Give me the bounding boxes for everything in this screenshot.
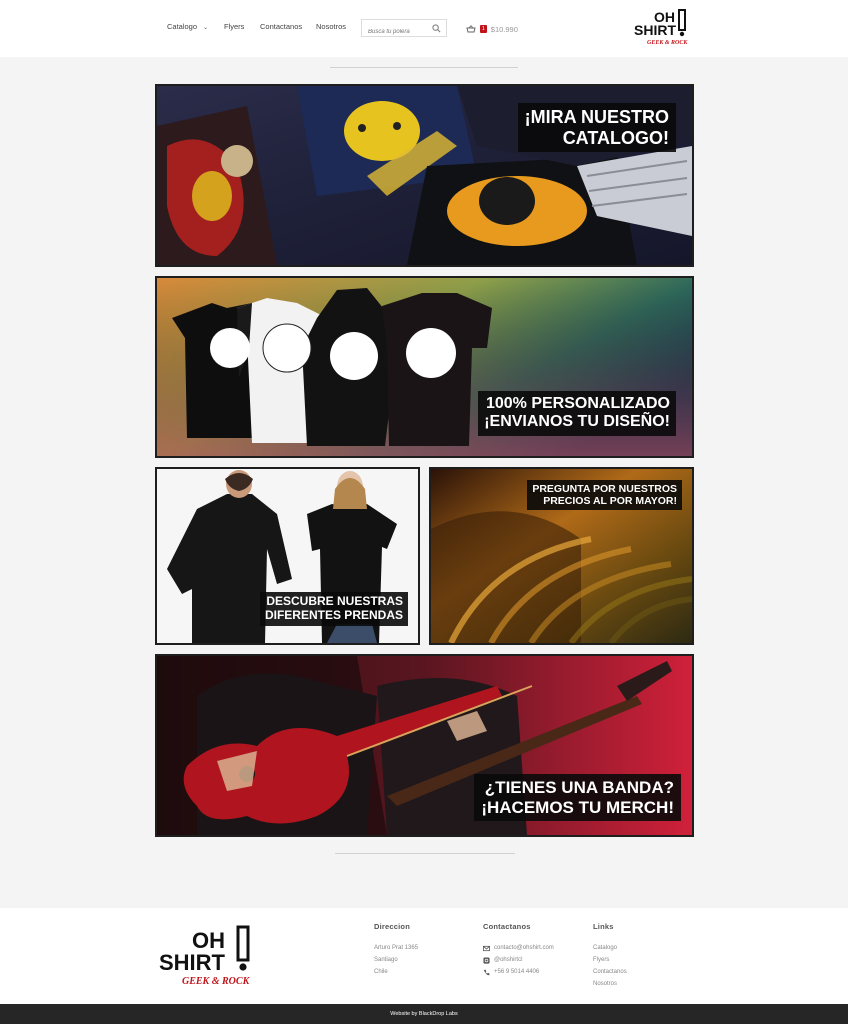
footer-address-title: Direccion — [374, 922, 410, 931]
cart-count-badge: 1 — [480, 25, 487, 33]
band-caption-line2: ¡HACEMOS TU MERCH! — [481, 797, 674, 817]
instagram-icon — [483, 956, 490, 964]
chevron-down-icon: ⌄ — [203, 25, 209, 31]
catalog-caption: ¡MIRA NUESTRO CATALOGO! — [517, 103, 676, 153]
nav-catalogo[interactable]: Catalogo ⌄ — [167, 22, 208, 31]
band-caption-line1: ¿TIENES UNA BANDA? — [484, 778, 674, 797]
cart-button[interactable]: 1 $10.990 — [466, 23, 518, 35]
svg-text:GEEK & ROCK: GEEK & ROCK — [647, 40, 688, 46]
garments-caption-line1: DESCUBRE NUESTRAS — [266, 594, 403, 608]
banner-garments[interactable]: DESCUBRE NUESTRAS DIFERENTES PRENDAS — [155, 467, 420, 645]
credit-text[interactable]: Website by BlackDrop Labs — [390, 1011, 457, 1017]
contact-email-text: contacto@ohshirt.com — [494, 945, 554, 951]
address-country: Chile — [374, 969, 388, 975]
basket-icon — [466, 25, 476, 33]
cart-total: $10.990 — [490, 24, 518, 34]
contact-phone[interactable]: +56 9 5014 4406 — [483, 966, 554, 978]
divider — [335, 853, 515, 854]
nav-flyers[interactable]: Flyers — [224, 22, 244, 31]
footer-link-contactanos[interactable]: Contactanos — [593, 966, 627, 978]
svg-text:GEEK & ROCK: GEEK & ROCK — [182, 976, 251, 987]
banner-custom[interactable]: 100% PERSONALIZADO ¡ENVIANOS TU DISEÑO! — [155, 276, 694, 458]
contact-instagram-text: @ohshirtcl — [494, 957, 523, 963]
credit-bar: Website by BlackDrop Labs — [0, 1004, 848, 1024]
search-box — [361, 19, 447, 40]
divider — [330, 67, 518, 68]
banner-catalog[interactable]: ¡MIRA NUESTRO CATALOGO! — [155, 84, 694, 267]
catalog-caption-line1: ¡MIRA NUESTRO — [524, 107, 669, 127]
banner-band[interactable]: ¿TIENES UNA BANDA? ¡HACEMOS TU MERCH! — [155, 654, 694, 837]
garments-caption-line2: DIFERENTES PRENDAS — [264, 607, 403, 622]
contact-phone-text: +56 9 5014 4406 — [494, 969, 540, 975]
phone-icon — [483, 969, 490, 975]
envelope-icon — [483, 945, 490, 951]
address-street: Arturo Prat 1365 — [374, 945, 419, 951]
address-city: Santiago — [374, 957, 398, 963]
nav-contactanos[interactable]: Contactanos — [260, 22, 302, 31]
band-caption: ¿TIENES UNA BANDA? ¡HACEMOS TU MERCH! — [474, 774, 681, 822]
wholesale-caption-line2: PRECIOS AL POR MAYOR! — [543, 495, 677, 508]
footer-link-nosotros[interactable]: Nosotros — [593, 978, 627, 990]
footer-address: Direccion Arturo Prat 1365 Santiago Chil… — [374, 922, 418, 978]
wholesale-caption-line1: PREGUNTA POR NUESTROS — [532, 483, 677, 495]
search-icon[interactable] — [432, 24, 441, 33]
custom-caption-line1: 100% PERSONALIZADO — [485, 395, 670, 412]
footer-contact-title: Contactanos — [483, 922, 531, 931]
nav-catalogo-label: Catalogo — [167, 22, 198, 31]
svg-text:SHIRT: SHIRT — [159, 950, 226, 975]
site-footer: OH SHIRT GEEK & ROCK Direccion Arturo Pr… — [0, 908, 848, 1004]
footer-link-catalogo[interactable]: Catalogo — [593, 942, 627, 954]
footer-contact: Contactanos contacto@ohshirt.com @ohshir… — [483, 922, 554, 978]
site-header: Catalogo ⌄ Flyers Contactanos Nosotros 1 … — [0, 0, 848, 57]
catalog-caption-line2: CATALOGO! — [562, 127, 669, 148]
footer-logo[interactable]: OH SHIRT GEEK & ROCK — [158, 924, 256, 988]
contact-email[interactable]: contacto@ohshirt.com — [483, 942, 554, 954]
garments-caption: DESCUBRE NUESTRAS DIFERENTES PRENDAS — [259, 592, 408, 626]
custom-caption-line2: ¡ENVIANOS TU DISEÑO! — [484, 413, 670, 431]
contact-instagram[interactable]: @ohshirtcl — [483, 954, 554, 966]
footer-links: Links Catalogo Flyers Contactanos Nosotr… — [593, 922, 627, 990]
logo[interactable]: OH SHIRT GEEK & ROCK — [632, 7, 692, 47]
banner-wholesale[interactable]: PREGUNTA POR NUESTROS PRECIOS AL POR MAY… — [429, 467, 694, 645]
svg-text:SHIRT: SHIRT — [634, 22, 676, 38]
footer-link-flyers[interactable]: Flyers — [593, 954, 627, 966]
custom-caption: 100% PERSONALIZADO ¡ENVIANOS TU DISEÑO! — [478, 391, 676, 436]
wholesale-caption: PREGUNTA POR NUESTROS PRECIOS AL POR MAY… — [527, 480, 682, 511]
footer-links-title: Links — [593, 922, 614, 931]
search-input[interactable] — [362, 24, 428, 40]
nav-nosotros[interactable]: Nosotros — [316, 22, 346, 31]
